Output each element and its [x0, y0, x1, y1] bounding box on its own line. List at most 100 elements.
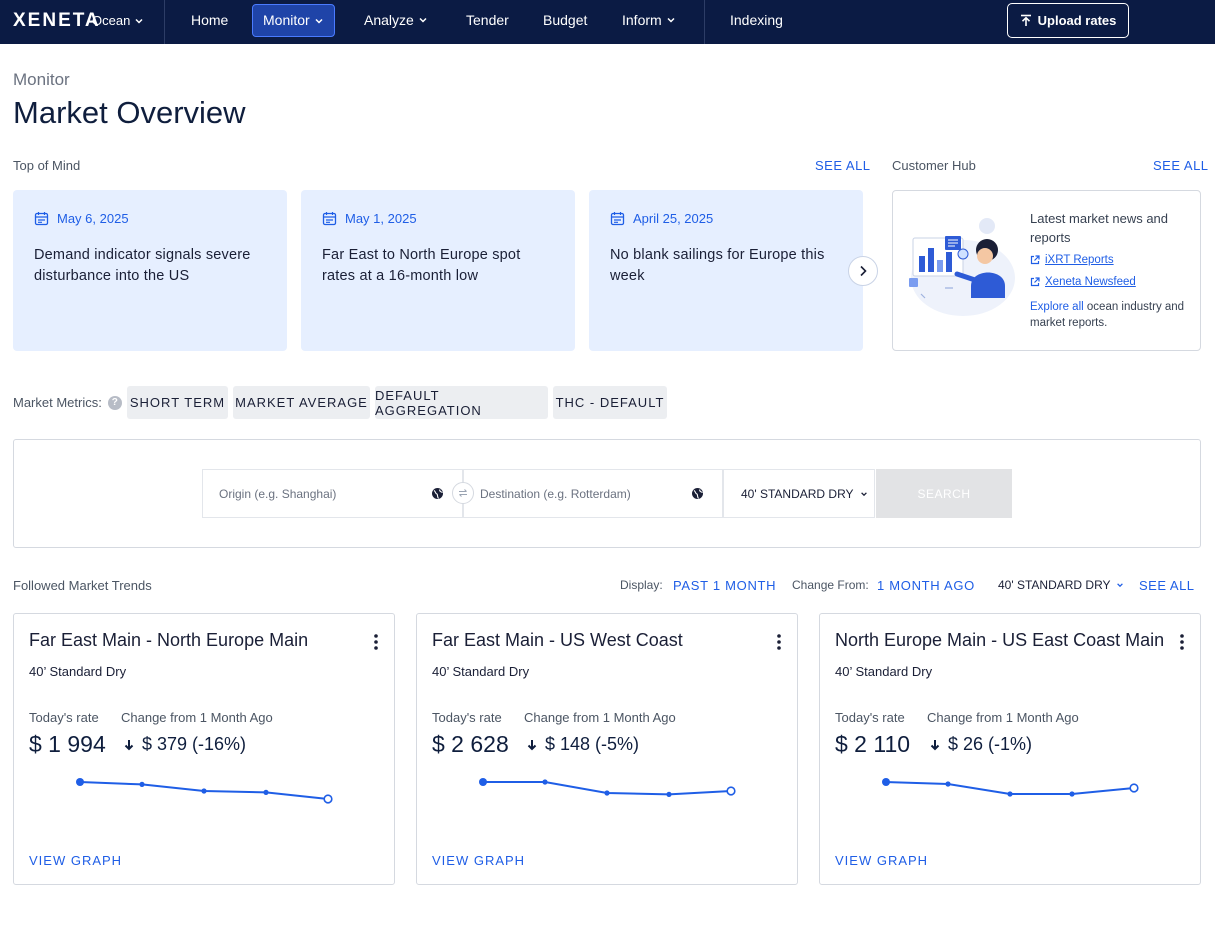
- chip-market-average[interactable]: MARKET AVERAGE: [233, 386, 370, 419]
- xeneta-newsfeed-label: Xeneta Newsfeed: [1045, 276, 1136, 288]
- customer-hub-label: Customer Hub: [892, 158, 976, 173]
- change-label: Change from 1 Month Ago: [927, 710, 1079, 725]
- news-headline: Demand indicator signals severe disturba…: [34, 247, 251, 284]
- top-of-mind-see-all[interactable]: SEE ALL: [815, 158, 871, 173]
- change-value: $ 148 (-5%): [527, 734, 639, 755]
- more-options-icon[interactable]: [1177, 633, 1187, 651]
- upload-icon: [1020, 14, 1031, 26]
- product-switcher[interactable]: Ocean: [92, 13, 144, 28]
- nav-analyze-label: Analyze: [364, 12, 414, 28]
- trend-card-title: Far East Main - North Europe Main: [29, 630, 309, 650]
- sparkline-point: [945, 781, 951, 787]
- change-value: $ 26 (-1%): [930, 734, 1032, 755]
- market-metrics-label-text: Market Metrics:: [13, 395, 102, 410]
- nav-indexing[interactable]: Indexing: [730, 12, 783, 28]
- trend-card-container: 40’ Standard Dry: [29, 664, 127, 679]
- trend-card-container: 40’ Standard Dry: [432, 664, 530, 679]
- news-card[interactable]: April 25, 2025 No blank sailings for Eur…: [589, 190, 863, 351]
- sparkline-point: [604, 790, 610, 796]
- sparkline-point: [201, 788, 207, 794]
- carousel-next-button[interactable]: [848, 256, 878, 286]
- nav-budget-label: Budget: [543, 12, 588, 28]
- nav-indexing-label: Indexing: [730, 12, 783, 28]
- top-of-mind-label: Top of Mind: [13, 158, 81, 173]
- nav-divider: [164, 0, 165, 44]
- chevron-down-icon: [1116, 583, 1123, 588]
- sparkline: [882, 778, 1139, 797]
- change-from-label: Change From:: [792, 578, 869, 592]
- change-from-select[interactable]: 1 MONTH AGO: [877, 578, 975, 593]
- nav-monitor[interactable]: Monitor: [252, 4, 335, 37]
- view-graph-link[interactable]: VIEW GRAPH: [432, 853, 525, 868]
- destination-input[interactable]: Destination (e.g. Rotterdam): [463, 469, 723, 518]
- arrow-down-icon: [124, 739, 134, 750]
- sparkline-point: [882, 778, 890, 786]
- breadcrumb: Monitor: [13, 70, 70, 89]
- trend-card-title: Far East Main - US West Coast: [432, 630, 683, 650]
- sparkline-point: [1069, 791, 1075, 797]
- news-date-text: May 1, 2025: [345, 211, 417, 226]
- sparkline-point: [1007, 791, 1013, 797]
- customer-hub-see-all[interactable]: SEE ALL: [1153, 158, 1209, 173]
- display-period-select[interactable]: PAST 1 MONTH: [673, 578, 776, 593]
- sparkline: [76, 778, 333, 804]
- logo[interactable]: XENETA: [13, 10, 101, 32]
- chip-short-term[interactable]: SHORT TERM: [127, 386, 228, 419]
- more-options-icon[interactable]: [371, 633, 381, 651]
- customer-hub-card: Latest market news and reports iXRT Repo…: [892, 190, 1201, 351]
- nav-divider: [704, 0, 705, 44]
- more-options-icon[interactable]: [774, 633, 784, 651]
- chip-thc-default[interactable]: THC - DEFAULT: [553, 386, 667, 419]
- news-date: May 1, 2025: [322, 211, 417, 226]
- trends-container-select[interactable]: 40' STANDARD DRY: [998, 578, 1124, 592]
- chevron-down-icon: [667, 17, 675, 23]
- chip-default-aggregation[interactable]: DEFAULT AGGREGATION: [375, 386, 548, 419]
- sparkline-point: [323, 794, 333, 804]
- nav-home[interactable]: Home: [191, 12, 228, 28]
- nav-budget[interactable]: Budget: [543, 12, 587, 28]
- news-date-text: May 6, 2025: [57, 211, 129, 226]
- change-value-text: $ 26 (-1%): [948, 734, 1033, 754]
- nav-analyze[interactable]: Analyze: [364, 12, 428, 28]
- analyst-illustration: [909, 218, 1015, 316]
- calendar-icon: [34, 212, 49, 226]
- origin-input[interactable]: Origin (e.g. Shanghai): [202, 469, 463, 518]
- ixrt-reports-link[interactable]: iXRT Reports: [1030, 254, 1114, 266]
- sparkline-point: [1129, 783, 1139, 793]
- nav-inform[interactable]: Inform: [622, 12, 676, 28]
- swap-locations-button[interactable]: [452, 482, 474, 504]
- sparkline-point: [76, 778, 84, 786]
- arrow-down-icon: [930, 739, 940, 750]
- swap-icon: [459, 489, 467, 497]
- sparkline-point: [139, 781, 145, 787]
- chevron-down-icon: [419, 17, 427, 23]
- trend-card: Far East Main - US West Coast 40’ Standa…: [416, 613, 798, 885]
- view-graph-link[interactable]: VIEW GRAPH: [29, 853, 122, 868]
- market-metrics-label: Market Metrics: ?: [13, 395, 122, 410]
- nav-tender[interactable]: Tender: [466, 12, 509, 28]
- todays-rate-value: $ 2 110: [835, 731, 911, 757]
- trends-see-all[interactable]: SEE ALL: [1139, 578, 1195, 593]
- nav-tender-label: Tender: [466, 12, 509, 28]
- view-graph-link[interactable]: VIEW GRAPH: [835, 853, 928, 868]
- news-card[interactable]: May 6, 2025 Demand indicator signals sev…: [13, 190, 287, 351]
- todays-rate-label: Today's rate: [835, 710, 905, 725]
- upload-rates-button[interactable]: Upload rates: [1007, 3, 1129, 38]
- news-card[interactable]: May 1, 2025 Far East to North Europe spo…: [301, 190, 575, 351]
- news-date-text: April 25, 2025: [633, 211, 714, 226]
- container-type-value: 40' STANDARD DRY: [741, 486, 854, 501]
- nav-home-label: Home: [191, 12, 229, 28]
- help-icon[interactable]: ?: [107, 395, 122, 410]
- search-button[interactable]: SEARCH: [876, 469, 1012, 518]
- news-headline: Far East to North Europe spot rates at a…: [322, 247, 521, 284]
- todays-rate-value: $ 1 994: [29, 731, 106, 757]
- explore-all-link[interactable]: Explore all: [1030, 301, 1084, 313]
- product-label: Ocean: [92, 13, 131, 28]
- chevron-right-icon: [860, 265, 867, 277]
- container-type-select[interactable]: 40' STANDARD DRY: [723, 469, 875, 518]
- calendar-icon: [610, 212, 625, 226]
- change-value-text: $ 148 (-5%): [545, 734, 640, 754]
- change-label: Change from 1 Month Ago: [121, 710, 273, 725]
- xeneta-newsfeed-link[interactable]: Xeneta Newsfeed: [1030, 276, 1136, 288]
- sparkline-point: [542, 779, 548, 785]
